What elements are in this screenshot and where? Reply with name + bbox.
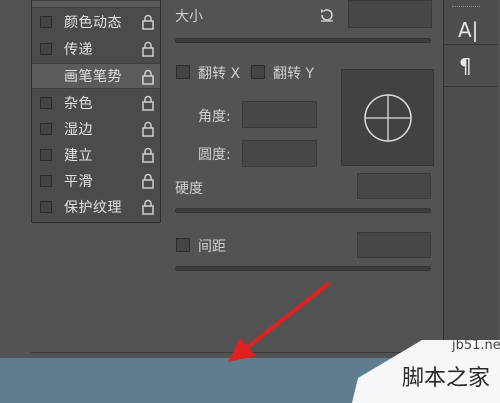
flip-y-label: 翻转 Y: [273, 66, 315, 82]
size-input[interactable]: [348, 0, 432, 28]
watermark: jb51.net 脚本之家: [352, 338, 500, 403]
checkbox[interactable]: [40, 149, 52, 161]
checkbox[interactable]: [40, 16, 52, 28]
reset-icon[interactable]: [318, 6, 336, 24]
list-item-label: 传递: [64, 42, 93, 58]
character-panel-icon[interactable]: A|: [458, 18, 478, 42]
grip-handle[interactable]: [452, 6, 480, 10]
list-item-label: 杂色: [64, 96, 93, 112]
lock-icon[interactable]: [140, 41, 156, 57]
lock-icon[interactable]: [140, 199, 156, 215]
lock-icon[interactable]: [140, 95, 156, 111]
size-label: 大小: [175, 9, 203, 25]
hardness-slider[interactable]: [175, 208, 431, 213]
hardness-input[interactable]: [357, 173, 431, 199]
spacing-slider[interactable]: [175, 266, 431, 271]
flip-x-label: 翻转 X: [198, 66, 241, 82]
brush-angle-preview[interactable]: [341, 69, 434, 166]
list-item-protect-texture[interactable]: 保护纹理: [32, 194, 160, 220]
list-item-brush-pose[interactable]: 画笔笔势: [32, 63, 160, 89]
checkbox[interactable]: [40, 123, 52, 135]
list-item-label: 建立: [64, 148, 93, 164]
hardness-label: 硬度: [175, 181, 203, 197]
toolbar-divider: [444, 86, 498, 87]
list-item-label: 平滑: [64, 174, 93, 190]
list-item-label: 颜色动态: [64, 15, 122, 31]
right-toolbar: A| ¶: [443, 0, 498, 360]
angle-label: 角度:: [198, 109, 231, 125]
list-item-label: 保护纹理: [64, 200, 122, 216]
lock-icon[interactable]: [140, 147, 156, 163]
spacing-label: 间距: [198, 239, 226, 255]
flip-y-checkbox[interactable]: [251, 65, 265, 79]
list-row-partial: [32, 0, 160, 8]
toolbar-divider: [444, 44, 498, 45]
watermark-site: jb51.net: [452, 338, 500, 353]
spacing-checkbox[interactable]: [176, 238, 190, 252]
checkbox[interactable]: [40, 43, 52, 55]
list-item-noise[interactable]: 杂色: [32, 90, 160, 116]
lock-icon[interactable]: [140, 121, 156, 137]
list-item-color-dynamics[interactable]: 颜色动态: [32, 9, 160, 35]
list-item-smoothing[interactable]: 平滑: [32, 168, 160, 194]
checkbox[interactable]: [40, 97, 52, 109]
brush-settings-list: 颜色动态 传递 画笔笔势 杂色 湿边 建立 平滑 保护纹理: [31, 0, 161, 223]
size-slider[interactable]: [175, 38, 431, 43]
flip-x-checkbox[interactable]: [176, 65, 190, 79]
spacing-input[interactable]: [357, 232, 431, 258]
annotation-arrow: [228, 282, 330, 362]
lock-icon[interactable]: [140, 14, 156, 30]
list-item-wet-edges[interactable]: 湿边: [32, 116, 160, 142]
roundness-input[interactable]: [242, 140, 317, 167]
list-item-transfer[interactable]: 传递: [32, 36, 160, 62]
lock-icon[interactable]: [140, 173, 156, 189]
checkbox[interactable]: [40, 201, 52, 213]
angle-input[interactable]: [242, 101, 317, 128]
roundness-label: 圆度:: [198, 147, 231, 163]
paragraph-panel-icon[interactable]: ¶: [459, 54, 472, 78]
lock-icon[interactable]: [140, 69, 156, 85]
list-item-label: 画笔笔势: [64, 69, 122, 85]
crosshair-circle-icon: [364, 94, 412, 142]
list-item-build-up[interactable]: 建立: [32, 142, 160, 168]
list-item-label: 湿边: [64, 122, 93, 138]
checkbox[interactable]: [40, 175, 52, 187]
watermark-brand: 脚本之家: [402, 366, 491, 391]
